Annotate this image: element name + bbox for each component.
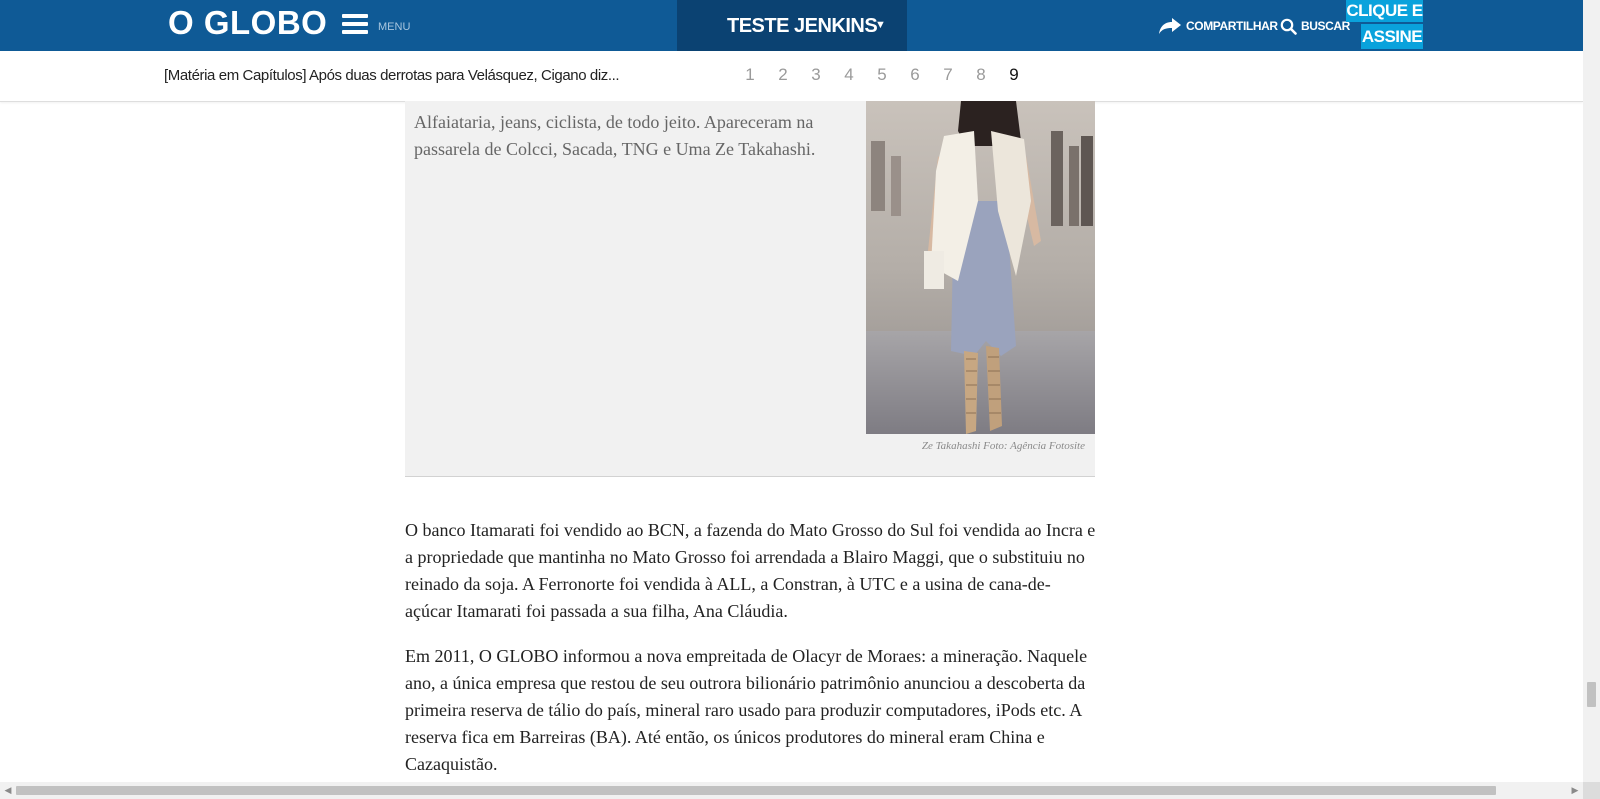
- page-link-8[interactable]: 8: [971, 65, 991, 85]
- page-link-4[interactable]: 4: [839, 65, 859, 85]
- article-paragraph: O banco Itamarati foi vendido ao BCN, a …: [405, 520, 1096, 621]
- search-label: BUSCAR: [1301, 19, 1350, 33]
- top-nav-bar: O GLOBO MENU TESTE JENKINS ▼ COMPARTILHA…: [0, 0, 1583, 51]
- scroll-right-arrow-icon[interactable]: ▶: [1569, 785, 1581, 796]
- share-arrow-icon: [1159, 18, 1181, 34]
- page-link-7[interactable]: 7: [938, 65, 958, 85]
- runway-photo[interactable]: [866, 101, 1095, 434]
- subscribe-button[interactable]: CLIQUE E ASSINE: [1346, 0, 1423, 49]
- page-link-6[interactable]: 6: [905, 65, 925, 85]
- runway-model-image: [866, 101, 1095, 434]
- search-icon: [1280, 18, 1297, 35]
- scrollbar-corner: [1583, 782, 1600, 799]
- section-selector[interactable]: TESTE JENKINS ▼: [677, 0, 907, 51]
- subscribe-line-2: ASSINE: [1361, 24, 1423, 49]
- share-label: COMPARTILHAR: [1186, 19, 1278, 33]
- page-link-3[interactable]: 3: [806, 65, 826, 85]
- page-link-2[interactable]: 2: [773, 65, 793, 85]
- hamburger-icon: [342, 14, 368, 38]
- subscribe-line-1: CLIQUE E: [1346, 0, 1423, 22]
- page-link-5[interactable]: 5: [872, 65, 892, 85]
- horizontal-scroll-thumb[interactable]: [16, 786, 1496, 795]
- section-title: TESTE JENKINS: [727, 15, 878, 37]
- photo-credit: Ze Takahashi Foto: Agência Fotosite: [921, 440, 1085, 452]
- vertical-scroll-thumb[interactable]: [1587, 682, 1596, 707]
- site-logo[interactable]: O GLOBO: [168, 4, 327, 42]
- chapter-title-link[interactable]: [Matéria em Capítulos] Após duas derrota…: [164, 67, 620, 84]
- menu-label: MENU: [378, 21, 411, 33]
- figure-text: Alfaiataria, jeans, ciclista, de todo je…: [414, 112, 816, 159]
- article-paragraph: Em 2011, O GLOBO informou a nova empreit…: [405, 646, 1088, 774]
- page-link-9-current[interactable]: 9: [1004, 65, 1024, 85]
- photo-figure: Alfaiataria, jeans, ciclista, de todo je…: [405, 101, 1095, 477]
- scroll-left-arrow-icon[interactable]: ◀: [2, 785, 14, 796]
- page-link-1[interactable]: 1: [740, 65, 760, 85]
- chevron-down-icon: ▼: [875, 19, 886, 31]
- vertical-scrollbar[interactable]: [1583, 0, 1600, 782]
- menu-button[interactable]: MENU: [342, 14, 412, 38]
- chapter-bar: [Matéria em Capítulos] Após duas derrota…: [0, 51, 1583, 102]
- horizontal-scrollbar[interactable]: ◀ ▶: [0, 782, 1600, 799]
